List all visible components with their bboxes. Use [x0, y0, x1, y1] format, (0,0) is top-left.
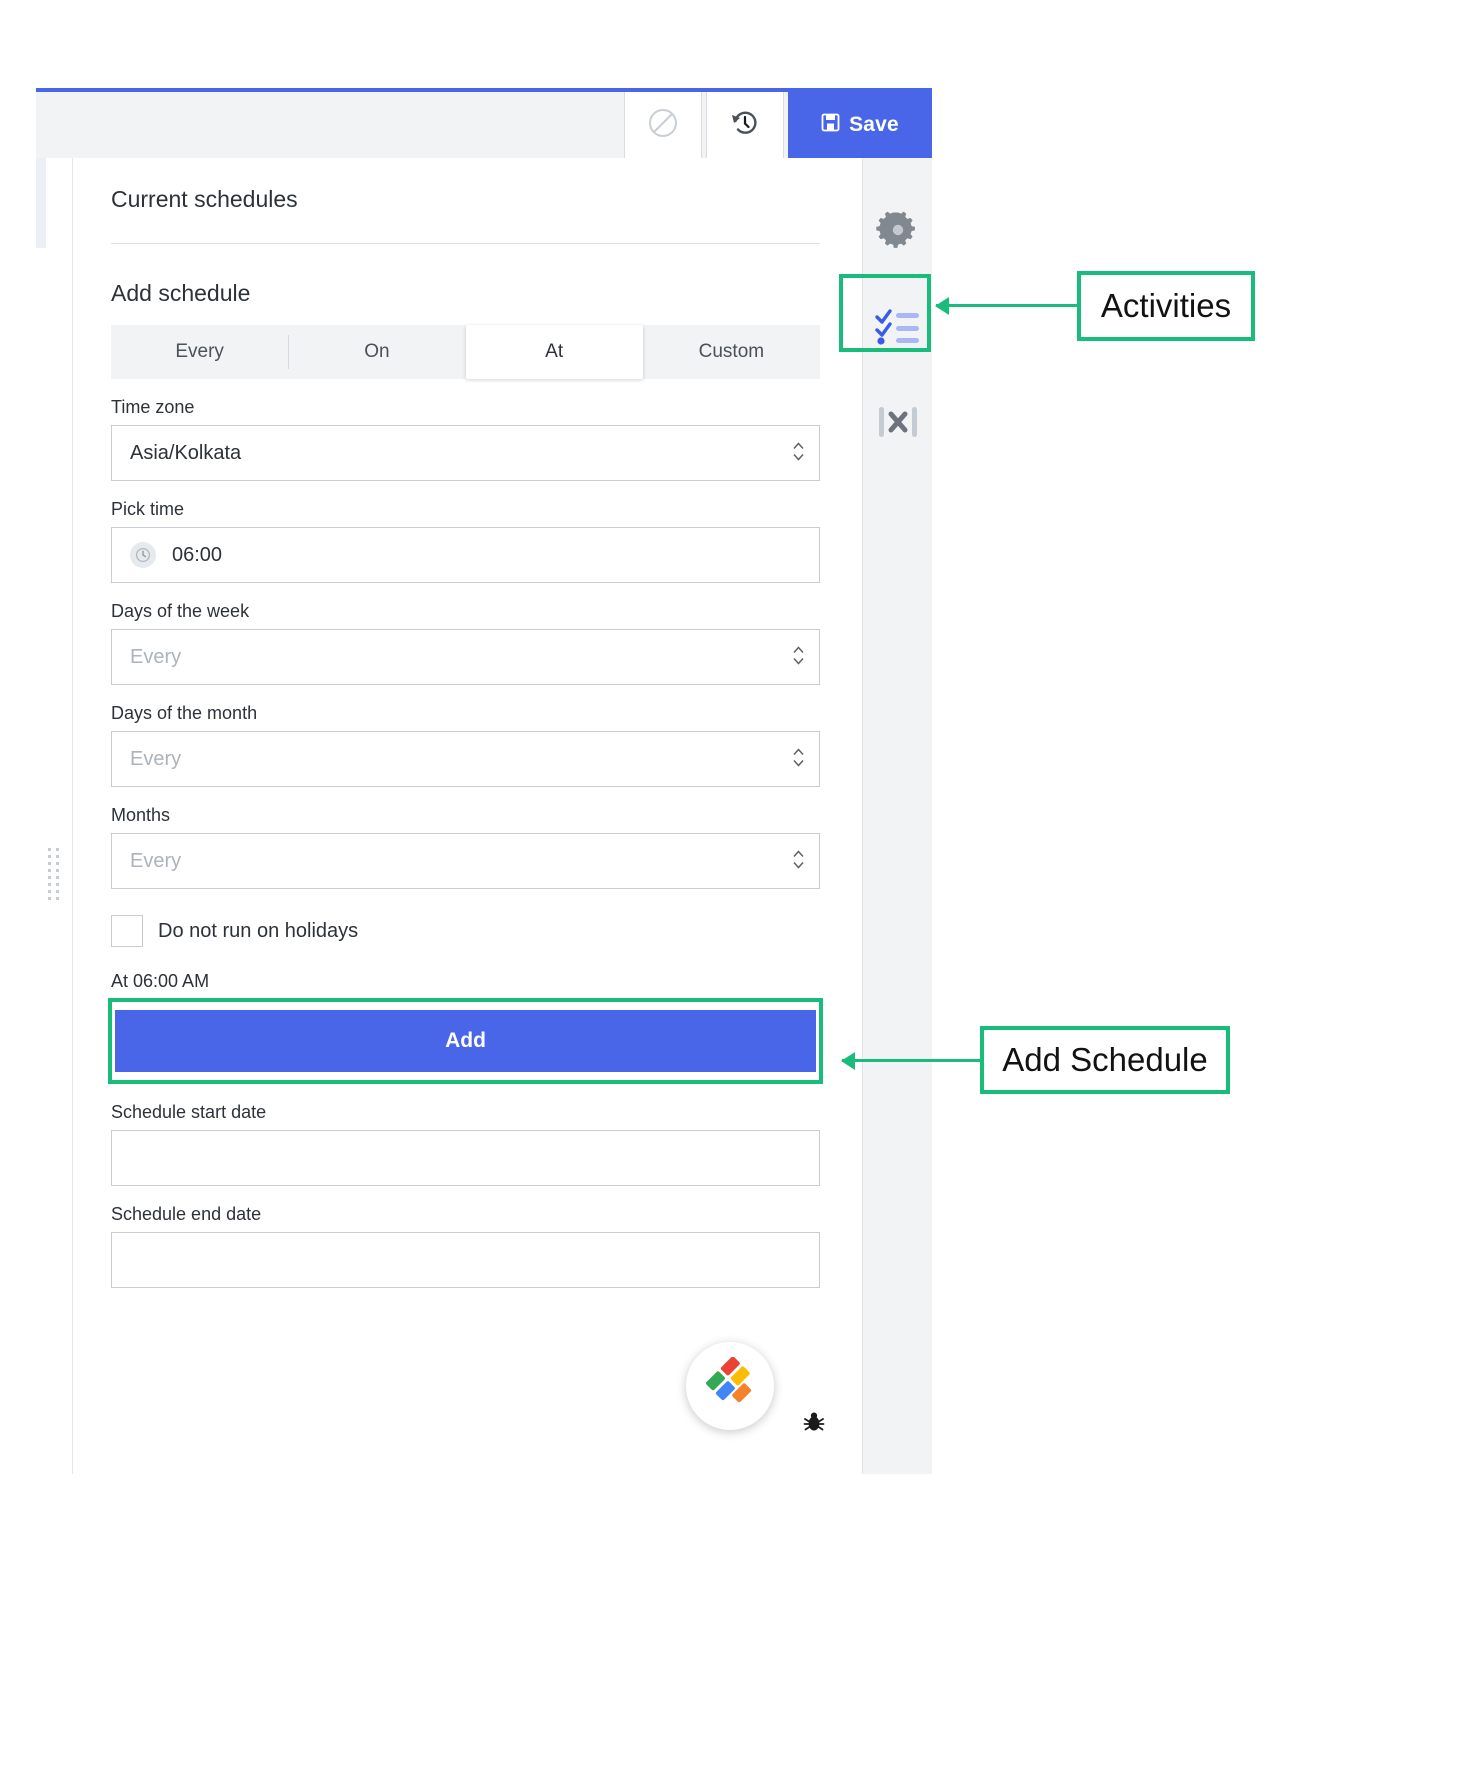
- tab-on[interactable]: On: [288, 325, 465, 379]
- add-schedule-annotation-label: Add Schedule: [980, 1026, 1230, 1094]
- history-revert-button[interactable]: [706, 92, 784, 158]
- brand-logo-badge[interactable]: [686, 1342, 774, 1430]
- pick-time-input[interactable]: 06:00: [111, 527, 820, 583]
- add-button[interactable]: Add: [115, 1010, 816, 1072]
- timezone-value: Asia/Kolkata: [130, 441, 242, 464]
- schedule-type-tabs: Every On At Custom: [111, 325, 820, 379]
- days-of-month-label: Days of the month: [111, 703, 258, 723]
- months-label: Months: [111, 805, 171, 825]
- add-schedule-annotation-arrow: [842, 1059, 982, 1062]
- application-window: Save Current schedules Add schedule Ever…: [36, 88, 932, 1474]
- activities-annotation-label: Activities: [1077, 271, 1255, 341]
- days-of-month-stepper-icon[interactable]: [792, 747, 805, 772]
- timezone-select[interactable]: Asia/Kolkata: [111, 425, 820, 481]
- tab-every[interactable]: Every: [111, 325, 288, 379]
- settings-gear-icon: [875, 208, 920, 257]
- months-placeholder: Every: [130, 849, 182, 872]
- timezone-label: Time zone: [111, 397, 195, 417]
- add-button-highlight: Add: [108, 998, 823, 1084]
- bug-icon[interactable]: [798, 1406, 830, 1438]
- panel-drag-handle[interactable]: [48, 848, 60, 904]
- brand-logo-icon: [703, 1356, 757, 1416]
- days-of-week-select[interactable]: Every: [111, 629, 820, 685]
- schedule-summary-text: At 06:00 AM: [111, 971, 210, 991]
- schedule-start-date-label: Schedule start date: [111, 1102, 267, 1122]
- tab-at[interactable]: At: [465, 325, 643, 379]
- history-revert-icon: [728, 106, 762, 145]
- activities-annotation-text: Activities: [1100, 287, 1232, 324]
- days-of-week-label: Days of the week: [111, 601, 250, 621]
- do-not-run-on-holidays-checkbox[interactable]: [111, 915, 143, 947]
- schedule-end-date-label: Schedule end date: [111, 1204, 262, 1224]
- activities-checklist-icon: [874, 306, 921, 351]
- tab-custom[interactable]: Custom: [643, 325, 820, 379]
- add-schedule-annotation-text: Add Schedule: [1002, 1041, 1208, 1078]
- clock-icon: [130, 542, 156, 568]
- settings-gear-button[interactable]: [863, 184, 933, 280]
- left-rail: [36, 158, 73, 1474]
- left-rail-tab: [36, 158, 46, 248]
- timezone-stepper-icon[interactable]: [792, 441, 805, 466]
- days-of-month-select[interactable]: Every: [111, 731, 820, 787]
- current-schedules-section: Current schedules: [111, 158, 820, 244]
- save-button[interactable]: Save: [788, 92, 932, 158]
- collapse-panel-button[interactable]: [863, 376, 933, 472]
- collapse-panel-icon: [876, 401, 920, 448]
- schedule-start-date-input[interactable]: [111, 1130, 820, 1186]
- toolbar: Save: [36, 92, 932, 158]
- months-select[interactable]: Every: [111, 833, 820, 889]
- days-of-week-placeholder: Every: [130, 645, 182, 668]
- pick-time-label: Pick time: [111, 499, 185, 519]
- activities-annotation-arrow: [936, 304, 1078, 307]
- schedule-end-date-input[interactable]: [111, 1232, 820, 1288]
- disable-button[interactable]: [624, 92, 702, 158]
- months-stepper-icon[interactable]: [792, 849, 805, 874]
- schedule-panel: Current schedules Add schedule Every On …: [73, 158, 862, 1474]
- window-body: Current schedules Add schedule Every On …: [36, 158, 932, 1474]
- add-schedule-title: Add schedule: [111, 280, 251, 306]
- pick-time-value: 06:00: [172, 543, 223, 566]
- do-not-run-on-holidays-label: Do not run on holidays: [158, 919, 359, 942]
- right-icon-rail: [839, 158, 933, 1474]
- do-not-run-on-holidays-row[interactable]: Do not run on holidays: [111, 915, 820, 947]
- save-button-label: Save: [849, 113, 899, 136]
- save-disk-icon: [821, 113, 840, 138]
- activities-button[interactable]: [863, 280, 933, 376]
- no-entry-icon: [646, 106, 680, 145]
- current-schedules-title: Current schedules: [111, 186, 298, 212]
- days-of-week-stepper-icon[interactable]: [792, 645, 805, 670]
- days-of-month-placeholder: Every: [130, 747, 182, 770]
